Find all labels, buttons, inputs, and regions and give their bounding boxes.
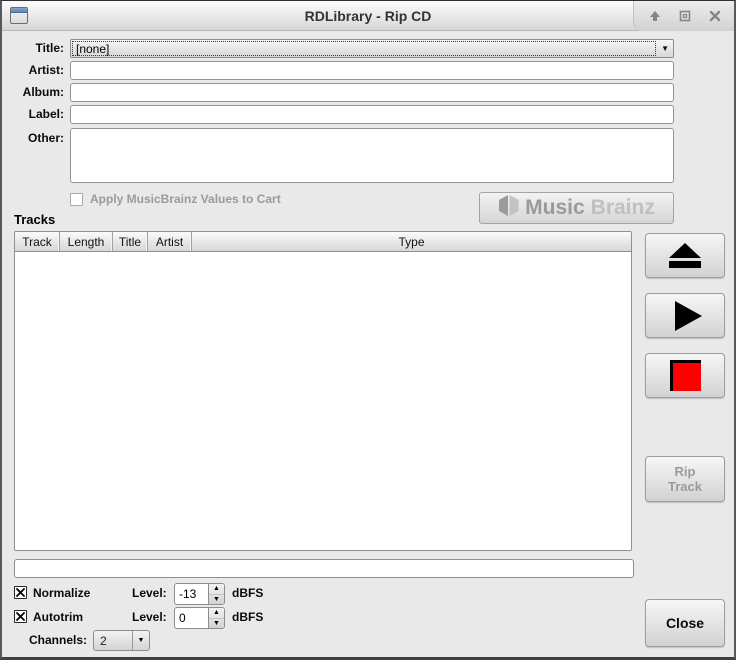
- normalize-checkbox[interactable]: [14, 586, 27, 599]
- play-button[interactable]: [645, 293, 725, 338]
- other-label: Other:: [8, 129, 64, 148]
- tracks-table-body[interactable]: [15, 252, 631, 551]
- apply-musicbrainz-label: Apply MusicBrainz Values to Cart: [90, 192, 281, 206]
- autotrim-level-spinner[interactable]: 0 ▲▼: [174, 607, 225, 629]
- artist-field[interactable]: [70, 61, 674, 80]
- autotrim-checkbox[interactable]: [14, 610, 27, 623]
- musicbrainz-text-music: Music: [525, 196, 585, 220]
- column-header-type[interactable]: Type: [192, 232, 631, 251]
- autotrim-label: Autotrim: [33, 610, 83, 624]
- normalize-label: Normalize: [33, 586, 90, 600]
- rip-track-label-line2: Track: [668, 479, 702, 494]
- label-label: Label:: [8, 105, 64, 124]
- title-combobox-value: [none]: [72, 41, 656, 56]
- spin-down-icon[interactable]: ▼: [209, 595, 224, 605]
- stop-button[interactable]: [645, 353, 725, 398]
- normalize-level-label: Level:: [132, 586, 167, 600]
- column-header-artist[interactable]: Artist: [148, 232, 192, 251]
- window-title: RDLibrary - Rip CD: [2, 1, 734, 31]
- album-field[interactable]: [70, 83, 674, 102]
- play-icon: [669, 301, 702, 331]
- column-header-track[interactable]: Track: [15, 232, 60, 251]
- rip-track-button[interactable]: Rip Track: [645, 456, 725, 502]
- dropdown-arrow-icon[interactable]: ▼: [132, 631, 149, 650]
- channels-combobox[interactable]: 2 ▼: [93, 630, 150, 651]
- tracks-section-label: Tracks: [14, 212, 55, 227]
- spin-up-icon[interactable]: ▲: [209, 608, 224, 619]
- artist-label: Artist:: [8, 61, 64, 80]
- close-button[interactable]: Close: [645, 599, 725, 647]
- normalize-level-spinner[interactable]: -13 ▲▼: [174, 583, 225, 605]
- title-combobox[interactable]: [none] ▼: [70, 39, 674, 58]
- dropdown-arrow-icon[interactable]: ▼: [661, 40, 669, 57]
- tracks-table-header: Track Length Title Artist Type: [15, 232, 631, 252]
- musicbrainz-button[interactable]: MusicBrainz: [479, 192, 674, 224]
- stop-icon: [670, 360, 701, 391]
- apply-musicbrainz-checkbox[interactable]: [70, 193, 83, 206]
- label-field[interactable]: [70, 105, 674, 124]
- spin-up-icon[interactable]: ▲: [209, 584, 224, 595]
- title-label: Title:: [8, 39, 64, 58]
- tracks-table[interactable]: Track Length Title Artist Type: [14, 231, 632, 551]
- autotrim-level-label: Level:: [132, 610, 167, 624]
- titlebar[interactable]: RDLibrary - Rip CD: [2, 1, 734, 31]
- spin-down-icon[interactable]: ▼: [209, 619, 224, 629]
- album-label: Album:: [8, 83, 64, 102]
- eject-button[interactable]: [645, 233, 725, 278]
- check-icon: [16, 612, 25, 621]
- rip-cd-window: RDLibrary - Rip CD Title: [none] ▼ Artis…: [0, 0, 736, 660]
- other-field[interactable]: [70, 128, 674, 183]
- maximize-icon[interactable]: [678, 9, 692, 23]
- column-header-length[interactable]: Length: [60, 232, 113, 251]
- musicbrainz-text-brainz: Brainz: [591, 196, 655, 220]
- channels-label: Channels:: [29, 633, 87, 647]
- eject-icon: [669, 243, 701, 268]
- shade-icon[interactable]: [648, 9, 662, 23]
- window-controls: [633, 1, 734, 31]
- window-icon: [10, 7, 28, 24]
- musicbrainz-logo-icon: [498, 194, 519, 222]
- close-icon[interactable]: [708, 9, 722, 23]
- autotrim-unit-label: dBFS: [232, 610, 263, 624]
- apply-musicbrainz-row: Apply MusicBrainz Values to Cart: [70, 192, 281, 206]
- column-header-title[interactable]: Title: [113, 232, 148, 251]
- check-icon: [16, 588, 25, 597]
- channels-value: 2: [94, 631, 132, 650]
- rip-track-label-line1: Rip: [675, 464, 696, 479]
- normalize-unit-label: dBFS: [232, 586, 263, 600]
- rip-progress-bar: [14, 559, 634, 578]
- autotrim-level-value: 0: [175, 608, 208, 628]
- normalize-level-value: -13: [175, 584, 208, 604]
